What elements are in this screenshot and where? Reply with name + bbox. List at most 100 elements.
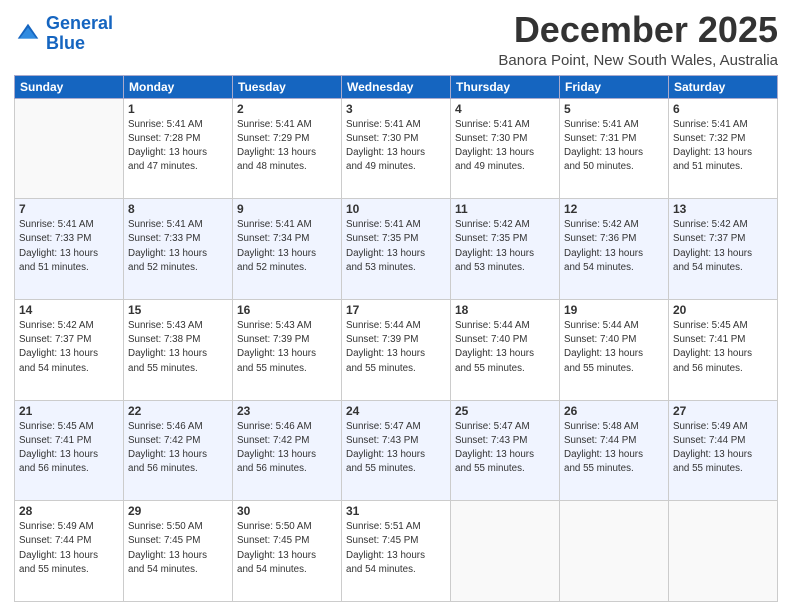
day-number: 12: [564, 202, 664, 216]
calendar-day-cell: 8Sunrise: 5:41 AM Sunset: 7:33 PM Daylig…: [124, 199, 233, 300]
calendar-empty-cell: [669, 501, 778, 602]
calendar-day-cell: 31Sunrise: 5:51 AM Sunset: 7:45 PM Dayli…: [342, 501, 451, 602]
day-info: Sunrise: 5:42 AM Sunset: 7:37 PM Dayligh…: [673, 218, 773, 275]
day-info: Sunrise: 5:41 AM Sunset: 7:30 PM Dayligh…: [346, 118, 446, 175]
calendar-day-cell: 19 Sunrise: 5:44 AM Sunset: 7:40 PM Dayli…: [560, 299, 669, 400]
page: General Blue December 2025 Banora Point,…: [0, 0, 792, 612]
day-number: 4: [455, 102, 555, 116]
day-info: Sunrise: 5:46 AM Sunset: 7:42 PM Dayligh…: [237, 420, 337, 477]
day-info: Sunrise: 5:41 AM Sunset: 7:29 PM Dayligh…: [237, 118, 337, 175]
calendar-week-row: 28Sunrise: 5:49 AM Sunset: 7:44 PM Dayli…: [15, 501, 778, 602]
day-number: 11: [455, 202, 555, 216]
day-number: 20: [673, 303, 773, 317]
weekday-header-thursday: Thursday: [451, 75, 560, 98]
calendar-empty-cell: [451, 501, 560, 602]
calendar-day-cell: 9 Sunrise: 5:41 AM Sunset: 7:34 PM Daylig…: [233, 199, 342, 300]
day-info: Sunrise: 5:49 AM Sunset: 7:44 PM Dayligh…: [673, 420, 773, 477]
calendar-day-cell: 27 Sunrise: 5:49 AM Sunset: 7:44 PM Dayli…: [669, 400, 778, 501]
calendar-day-cell: 1 Sunrise: 5:41 AM Sunset: 7:28 PM Daylig…: [124, 98, 233, 199]
calendar-empty-cell: [560, 501, 669, 602]
day-info: Sunrise: 5:45 AM Sunset: 7:41 PM Dayligh…: [19, 420, 119, 477]
day-info: Sunrise: 5:42 AM Sunset: 7:36 PM Dayligh…: [564, 218, 664, 275]
calendar-day-cell: 14 Sunrise: 5:42 AM Sunset: 7:37 PM Dayli…: [15, 299, 124, 400]
calendar-week-row: 21 Sunrise: 5:45 AM Sunset: 7:41 PM Dayli…: [15, 400, 778, 501]
day-info: Sunrise: 5:49 AM Sunset: 7:44 PM Dayligh…: [19, 520, 119, 577]
weekday-header-wednesday: Wednesday: [342, 75, 451, 98]
day-number: 5: [564, 102, 664, 116]
day-info: Sunrise: 5:44 AM Sunset: 7:40 PM Dayligh…: [564, 319, 664, 376]
day-info: Sunrise: 5:41 AM Sunset: 7:30 PM Dayligh…: [455, 118, 555, 175]
calendar-day-cell: 10 Sunrise: 5:41 AM Sunset: 7:35 PM Dayli…: [342, 199, 451, 300]
calendar-day-cell: 2Sunrise: 5:41 AM Sunset: 7:29 PM Daylig…: [233, 98, 342, 199]
day-info: Sunrise: 5:41 AM Sunset: 7:35 PM Dayligh…: [346, 218, 446, 275]
weekday-header-friday: Friday: [560, 75, 669, 98]
calendar-day-cell: 28Sunrise: 5:49 AM Sunset: 7:44 PM Dayli…: [15, 501, 124, 602]
day-info: Sunrise: 5:41 AM Sunset: 7:28 PM Dayligh…: [128, 118, 228, 175]
day-info: Sunrise: 5:41 AM Sunset: 7:33 PM Dayligh…: [19, 218, 119, 275]
calendar-day-cell: 5 Sunrise: 5:41 AM Sunset: 7:31 PM Daylig…: [560, 98, 669, 199]
day-info: Sunrise: 5:43 AM Sunset: 7:39 PM Dayligh…: [237, 319, 337, 376]
calendar-day-cell: 26 Sunrise: 5:48 AM Sunset: 7:44 PM Dayli…: [560, 400, 669, 501]
day-number: 22: [128, 404, 228, 418]
day-info: Sunrise: 5:50 AM Sunset: 7:45 PM Dayligh…: [128, 520, 228, 577]
day-number: 1: [128, 102, 228, 116]
day-number: 25: [455, 404, 555, 418]
day-number: 24: [346, 404, 446, 418]
day-info: Sunrise: 5:48 AM Sunset: 7:44 PM Dayligh…: [564, 420, 664, 477]
day-number: 17: [346, 303, 446, 317]
calendar-day-cell: 22 Sunrise: 5:46 AM Sunset: 7:42 PM Dayli…: [124, 400, 233, 501]
day-number: 6: [673, 102, 773, 116]
calendar-day-cell: 30 Sunrise: 5:50 AM Sunset: 7:45 PM Dayli…: [233, 501, 342, 602]
weekday-header-sunday: Sunday: [15, 75, 124, 98]
logo: General Blue: [14, 14, 113, 54]
day-info: Sunrise: 5:46 AM Sunset: 7:42 PM Dayligh…: [128, 420, 228, 477]
calendar-week-row: 14 Sunrise: 5:42 AM Sunset: 7:37 PM Dayli…: [15, 299, 778, 400]
day-number: 14: [19, 303, 119, 317]
calendar-day-cell: 3Sunrise: 5:41 AM Sunset: 7:30 PM Daylig…: [342, 98, 451, 199]
calendar-day-cell: 29Sunrise: 5:50 AM Sunset: 7:45 PM Dayli…: [124, 501, 233, 602]
calendar-day-cell: 15Sunrise: 5:43 AM Sunset: 7:38 PM Dayli…: [124, 299, 233, 400]
day-info: Sunrise: 5:47 AM Sunset: 7:43 PM Dayligh…: [346, 420, 446, 477]
calendar-day-cell: 4 Sunrise: 5:41 AM Sunset: 7:30 PM Daylig…: [451, 98, 560, 199]
weekday-header-monday: Monday: [124, 75, 233, 98]
calendar-table: SundayMondayTuesdayWednesdayThursdayFrid…: [14, 75, 778, 602]
day-number: 7: [19, 202, 119, 216]
day-number: 21: [19, 404, 119, 418]
calendar-week-row: 7 Sunrise: 5:41 AM Sunset: 7:33 PM Daylig…: [15, 199, 778, 300]
day-number: 27: [673, 404, 773, 418]
weekday-header-tuesday: Tuesday: [233, 75, 342, 98]
day-number: 19: [564, 303, 664, 317]
day-number: 8: [128, 202, 228, 216]
calendar-day-cell: 11Sunrise: 5:42 AM Sunset: 7:35 PM Dayli…: [451, 199, 560, 300]
calendar-day-cell: 25 Sunrise: 5:47 AM Sunset: 7:43 PM Dayli…: [451, 400, 560, 501]
day-info: Sunrise: 5:42 AM Sunset: 7:37 PM Dayligh…: [19, 319, 119, 376]
logo-icon: [14, 20, 42, 48]
day-info: Sunrise: 5:50 AM Sunset: 7:45 PM Dayligh…: [237, 520, 337, 577]
calendar-day-cell: 21 Sunrise: 5:45 AM Sunset: 7:41 PM Dayli…: [15, 400, 124, 501]
day-info: Sunrise: 5:43 AM Sunset: 7:38 PM Dayligh…: [128, 319, 228, 376]
day-number: 13: [673, 202, 773, 216]
calendar-day-cell: 12 Sunrise: 5:42 AM Sunset: 7:36 PM Dayli…: [560, 199, 669, 300]
calendar-empty-cell: [15, 98, 124, 199]
calendar-day-cell: 23Sunrise: 5:46 AM Sunset: 7:42 PM Dayli…: [233, 400, 342, 501]
day-number: 18: [455, 303, 555, 317]
title-block: December 2025 Banora Point, New South Wa…: [498, 10, 778, 69]
month-title: December 2025: [498, 10, 778, 50]
day-info: Sunrise: 5:51 AM Sunset: 7:45 PM Dayligh…: [346, 520, 446, 577]
day-number: 26: [564, 404, 664, 418]
logo-text: General Blue: [46, 14, 113, 54]
calendar-day-cell: 18Sunrise: 5:44 AM Sunset: 7:40 PM Dayli…: [451, 299, 560, 400]
day-info: Sunrise: 5:44 AM Sunset: 7:39 PM Dayligh…: [346, 319, 446, 376]
weekday-header-row: SundayMondayTuesdayWednesdayThursdayFrid…: [15, 75, 778, 98]
day-number: 10: [346, 202, 446, 216]
calendar-day-cell: 17 Sunrise: 5:44 AM Sunset: 7:39 PM Dayli…: [342, 299, 451, 400]
day-info: Sunrise: 5:41 AM Sunset: 7:31 PM Dayligh…: [564, 118, 664, 175]
day-number: 30: [237, 504, 337, 518]
location-title: Banora Point, New South Wales, Australia: [498, 52, 778, 69]
calendar-day-cell: 20Sunrise: 5:45 AM Sunset: 7:41 PM Dayli…: [669, 299, 778, 400]
day-number: 16: [237, 303, 337, 317]
day-info: Sunrise: 5:41 AM Sunset: 7:34 PM Dayligh…: [237, 218, 337, 275]
calendar-week-row: 1 Sunrise: 5:41 AM Sunset: 7:28 PM Daylig…: [15, 98, 778, 199]
day-number: 9: [237, 202, 337, 216]
day-info: Sunrise: 5:47 AM Sunset: 7:43 PM Dayligh…: [455, 420, 555, 477]
